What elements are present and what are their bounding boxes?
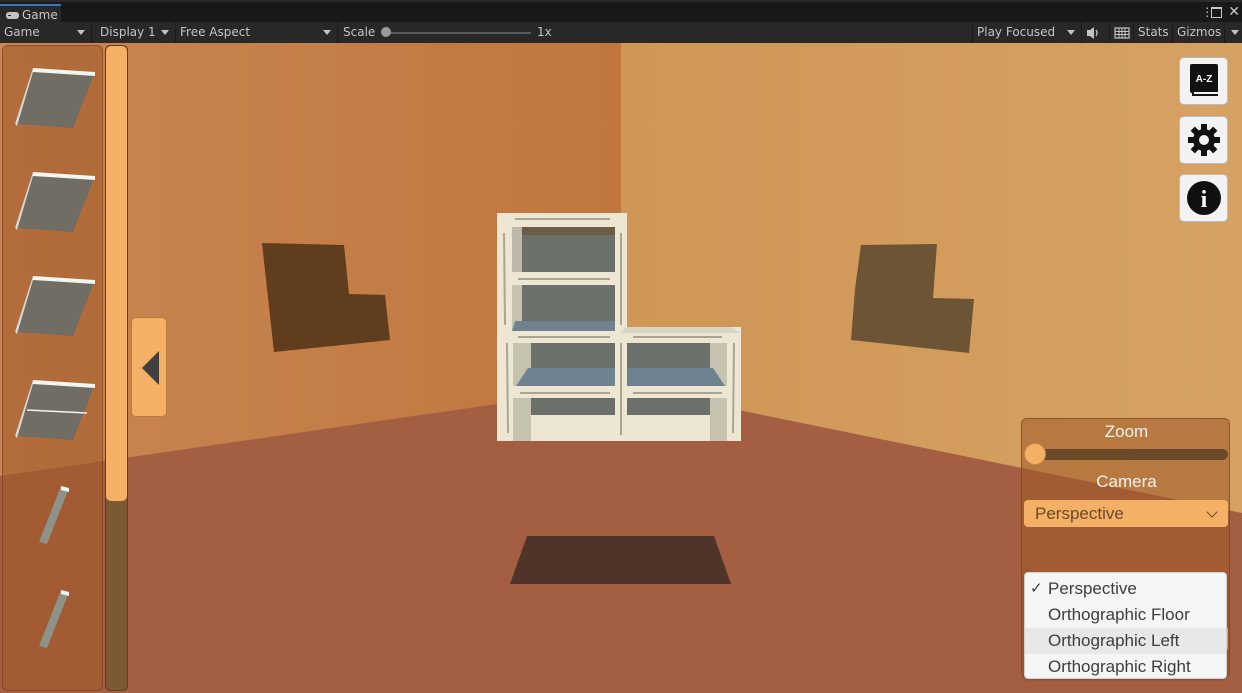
gizmos-dropdown[interactable] [1225, 22, 1242, 43]
caret-down-icon [77, 30, 85, 35]
display-dropdown[interactable]: Display 1 [96, 22, 176, 43]
checkmark-icon: ✓ [1030, 580, 1043, 597]
aspect-dropdown[interactable]: Free Aspect [176, 22, 338, 43]
play-mode-dropdown[interactable]: Play Focused [972, 22, 1082, 43]
palette-scroll-thumb[interactable] [106, 46, 127, 501]
view-mode-dropdown[interactable]: Game [0, 22, 92, 43]
game-viewport[interactable]: A-Z i Zoom Camera Perspective ✓ Perspect… [0, 43, 1242, 693]
palette-item-panel[interactable] [11, 376, 97, 446]
chevron-down-icon [1206, 506, 1218, 518]
option-label: Perspective [1048, 579, 1137, 598]
camera-select[interactable]: Perspective [1024, 500, 1228, 527]
chevron-left-icon [142, 351, 159, 385]
gizmos-button[interactable]: Gizmos [1173, 22, 1225, 43]
tab-strip: Game ⋮ ✕ [0, 0, 1242, 24]
keyboard-icon [1114, 27, 1130, 39]
display-label: Display 1 [100, 25, 156, 39]
unity-game-window: Game ⋮ ✕ Game Display 1 Free Aspect Scal… [0, 0, 1242, 693]
window-controls: ⋮ ✕ [1201, 5, 1240, 19]
scale-slider-thumb[interactable] [381, 27, 391, 37]
kebab-menu-icon[interactable]: ⋮ [1201, 5, 1213, 19]
az-glyph: A-Z [1195, 74, 1212, 85]
option-label: Orthographic Right [1048, 657, 1191, 676]
palette-item-panel[interactable] [11, 272, 97, 342]
camera-select-value: Perspective [1035, 504, 1124, 523]
gamepad-icon [6, 11, 19, 19]
palette-item-rail[interactable] [11, 482, 97, 552]
palette-scrollbar[interactable] [105, 45, 128, 691]
rail-icon [39, 590, 69, 648]
scale-label: Scale [343, 25, 376, 39]
info-icon: i [1186, 181, 1221, 215]
camera-dropdown-menu: ✓ Perspective Orthographic Floor Orthogr… [1024, 572, 1227, 679]
mute-audio-button[interactable] [1082, 22, 1110, 43]
scale-slider-track[interactable] [384, 32, 531, 34]
palette-item-panel[interactable] [11, 168, 97, 238]
close-icon[interactable]: ✕ [1228, 5, 1240, 19]
camera-option-orthographic-left[interactable]: Orthographic Left [1025, 628, 1226, 654]
option-label: Orthographic Left [1048, 631, 1180, 650]
option-label: Orthographic Floor [1048, 605, 1190, 624]
collapse-palette-button[interactable] [131, 317, 167, 417]
gizmos-label: Gizmos [1177, 25, 1222, 39]
caret-down-icon [1231, 30, 1239, 35]
rail-icon [39, 486, 69, 544]
camera-option-perspective[interactable]: ✓ Perspective [1025, 576, 1226, 602]
floor-shadow [510, 536, 731, 584]
scale-value: 1x [537, 25, 552, 39]
play-mode-label: Play Focused [977, 25, 1056, 39]
game-toolbar: Game Display 1 Free Aspect Scale 1x Play… [0, 22, 1242, 43]
tab-game-label: Game [22, 7, 58, 22]
zoom-label: Zoom [1104, 422, 1149, 441]
camera-label: Camera [1096, 472, 1157, 491]
maximize-icon[interactable] [1211, 6, 1223, 18]
az-book-icon: A-Z [1189, 64, 1218, 96]
aspect-label: Free Aspect [180, 25, 251, 39]
shelf-panel-icon [15, 68, 95, 128]
gear-icon [1187, 124, 1220, 156]
zoom-slider-thumb[interactable] [1024, 443, 1046, 465]
palette-item-rail[interactable] [11, 586, 97, 656]
keyboard-shortcuts-button[interactable] [1110, 22, 1134, 43]
camera-option-orthographic-right[interactable]: Orthographic Right [1025, 654, 1226, 680]
palette-item-panel[interactable] [11, 64, 97, 134]
info-button[interactable]: i [1179, 174, 1228, 222]
view-mode-label: Game [4, 25, 40, 39]
speaker-icon [1087, 27, 1098, 39]
shelf-panel-icon [15, 380, 95, 440]
stats-label: Stats [1138, 25, 1169, 39]
shelf-panel-icon [15, 276, 95, 336]
caret-down-icon [1067, 30, 1075, 35]
stats-button[interactable]: Stats [1134, 22, 1173, 43]
settings-button[interactable] [1179, 116, 1228, 164]
camera-option-orthographic-floor[interactable]: Orthographic Floor [1025, 602, 1226, 628]
glossary-button[interactable]: A-Z [1179, 57, 1228, 105]
tab-game[interactable]: Game [0, 4, 61, 24]
shelf-panel-icon [15, 172, 95, 232]
info-glyph: i [1200, 187, 1207, 213]
caret-down-icon [161, 30, 169, 35]
parts-palette [2, 45, 103, 691]
caret-down-icon [323, 30, 331, 35]
zoom-slider-track[interactable] [1034, 449, 1228, 460]
